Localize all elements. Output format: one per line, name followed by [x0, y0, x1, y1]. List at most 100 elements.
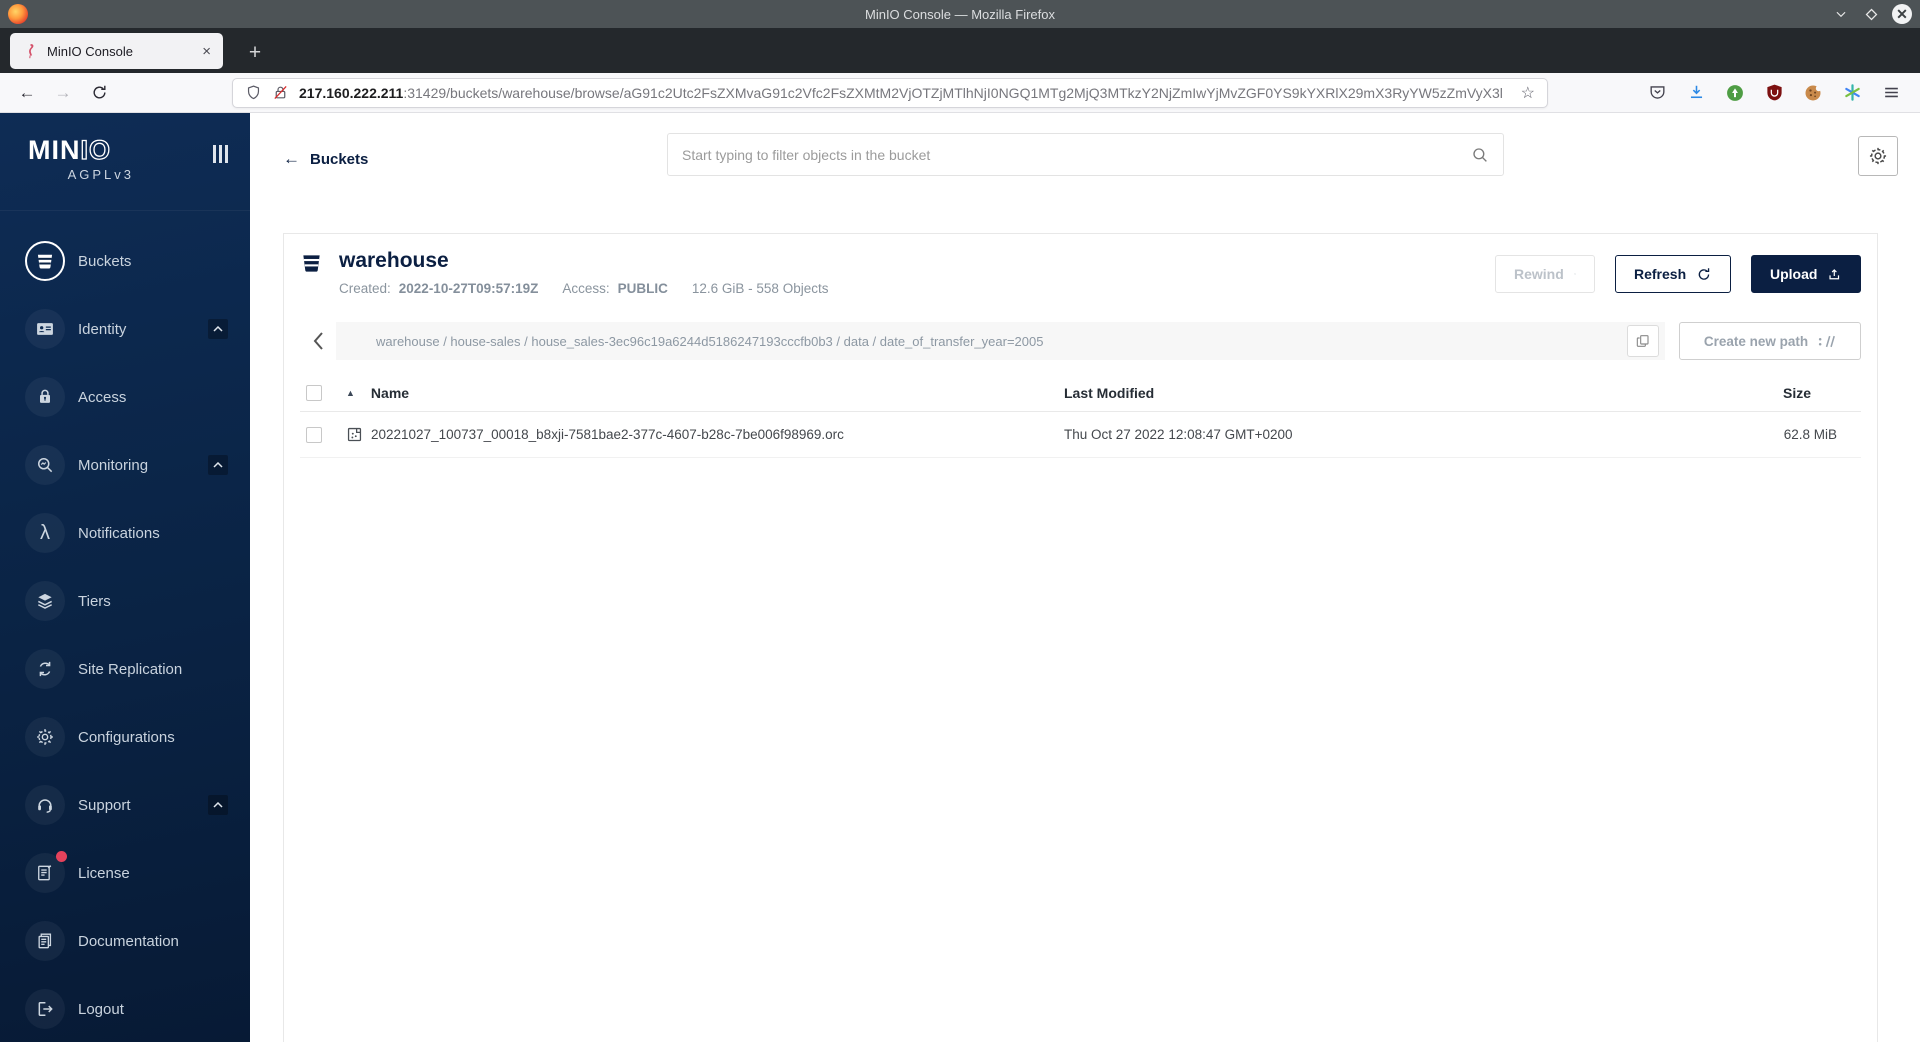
- tab-minio-console[interactable]: MinIO Console ×: [10, 33, 223, 69]
- documentation-icon: [38, 933, 52, 949]
- downloads-icon[interactable]: [1685, 82, 1707, 104]
- asterisk-extension-icon[interactable]: [1841, 82, 1863, 104]
- select-all-checkbox[interactable]: [306, 384, 322, 401]
- refresh-button[interactable]: Refresh: [1615, 255, 1731, 293]
- bucket-icon: [303, 255, 320, 272]
- back-arrow-icon: ←: [283, 149, 300, 168]
- ublock-origin-icon[interactable]: [1763, 82, 1785, 104]
- chevron-up-icon[interactable]: [208, 319, 228, 339]
- column-header-size[interactable]: Size: [1661, 385, 1861, 401]
- table-header-row: ▲ Name Last Modified Size: [300, 374, 1861, 412]
- sidebar-item-identity[interactable]: Identity: [0, 295, 250, 363]
- object-size: 62.8 MiB: [1783, 427, 1837, 442]
- license-tag: AGPLv3: [67, 167, 134, 182]
- search-icon: [1473, 147, 1487, 162]
- chevron-up-icon[interactable]: [208, 455, 228, 475]
- tiers-icon: [37, 593, 53, 609]
- sidebar-item-support[interactable]: Support: [0, 771, 250, 839]
- lambda-icon: λ: [40, 522, 50, 544]
- insecure-lock-icon[interactable]: [272, 84, 289, 101]
- breadcrumb[interactable]: warehouse / house-sales / house_sales-3e…: [376, 334, 1627, 349]
- sidebar-item-site-replication[interactable]: Site Replication: [0, 635, 250, 703]
- sidebar-collapse-icon[interactable]: [213, 145, 228, 163]
- access-value: PUBLIC: [617, 281, 668, 296]
- refresh-icon: [1698, 267, 1710, 280]
- browser-back-button[interactable]: ←: [12, 78, 42, 108]
- objects-table: ▲ Name Last Modified Size 20221027_10073…: [300, 374, 1861, 458]
- object-modified: Thu Oct 27 2022 12:08:47 GMT+0200: [1064, 427, 1293, 442]
- copy-path-button[interactable]: [1627, 325, 1659, 357]
- url-path: :31429/buckets/warehouse/browse/aG91c2Ut…: [403, 84, 1503, 101]
- column-header-modified[interactable]: Last Modified: [1064, 385, 1661, 401]
- window-minimize-icon[interactable]: [1832, 5, 1850, 23]
- pocket-icon[interactable]: [1646, 82, 1668, 104]
- url-text[interactable]: 217.160.222.211:31429/buckets/warehouse/…: [299, 85, 1513, 101]
- breadcrumb-back-button[interactable]: [300, 322, 336, 360]
- access-label: Access:: [562, 281, 610, 296]
- tab-strip: MinIO Console × +: [0, 28, 1920, 73]
- gear-icon: [1869, 147, 1887, 165]
- bucket-usage: 12.6 GiB - 558 Objects: [691, 281, 829, 296]
- shield-icon[interactable]: [245, 84, 262, 101]
- sidebar-menu: Buckets Identity Access Monitoring λ Not…: [0, 210, 250, 1042]
- create-new-path-button[interactable]: Create new path: [1679, 322, 1861, 360]
- bucket-browser-panel: warehouse Created: 2022-10-27T09:57:19Z A…: [283, 233, 1878, 1042]
- access-icon: [40, 389, 50, 403]
- menu-hamburger-icon[interactable]: [1880, 82, 1902, 104]
- tab-title: MinIO Console: [47, 43, 133, 59]
- brand-io: IO: [80, 134, 112, 165]
- window-maximize-icon[interactable]: [1862, 5, 1880, 23]
- created-label: Created:: [339, 281, 391, 296]
- bookmark-star-icon[interactable]: ☆: [1521, 83, 1535, 103]
- sidebar-item-tiers[interactable]: Tiers: [0, 567, 250, 635]
- support-icon: [38, 799, 52, 813]
- upload-icon: [1829, 268, 1840, 279]
- sort-ascending-icon[interactable]: ▲: [346, 388, 355, 398]
- search-input[interactable]: [682, 146, 1471, 163]
- cookie-extension-icon[interactable]: [1802, 82, 1824, 104]
- object-filter-search[interactable]: [667, 133, 1504, 176]
- sidebar-item-documentation[interactable]: Documentation: [0, 907, 250, 975]
- sidebar: MINIO AGPLv3 Buckets Identity Access Mon…: [0, 113, 250, 1042]
- browser-forward-button[interactable]: →: [48, 78, 78, 108]
- sidebar-item-license[interactable]: License: [0, 839, 250, 907]
- browser-toolbar: ← → 217.160.222.211:31429/buckets/wareho…: [0, 73, 1920, 113]
- sidebar-item-access[interactable]: Access: [0, 363, 250, 431]
- created-value: 2022-10-27T09:57:19Z: [398, 281, 539, 296]
- rewind-button[interactable]: Rewind: [1495, 255, 1595, 293]
- sidebar-item-buckets[interactable]: Buckets: [0, 227, 250, 295]
- row-checkbox[interactable]: [306, 426, 322, 443]
- brand-min: MIN: [28, 135, 81, 165]
- bucket-settings-button[interactable]: [1858, 136, 1898, 176]
- window-titlebar: MinIO Console — Mozilla Firefox ✕: [0, 0, 1920, 28]
- url-host: 217.160.222.211: [299, 84, 404, 101]
- table-row[interactable]: 20221027_100737_00018_b8xji-7581bae2-377…: [300, 412, 1861, 458]
- window-title: MinIO Console — Mozilla Firefox: [865, 6, 1055, 22]
- sidebar-item-monitoring[interactable]: Monitoring: [0, 431, 250, 499]
- upload-button[interactable]: Upload: [1751, 255, 1861, 293]
- sidebar-item-configurations[interactable]: Configurations: [0, 703, 250, 771]
- extension-green-icon[interactable]: [1724, 82, 1746, 104]
- url-bar[interactable]: 217.160.222.211:31429/buckets/warehouse/…: [232, 77, 1548, 108]
- new-tab-button[interactable]: +: [239, 37, 271, 69]
- back-to-buckets-link[interactable]: ← Buckets: [283, 149, 368, 169]
- window-close-icon[interactable]: ✕: [1892, 4, 1912, 24]
- license-badge: [56, 851, 67, 862]
- bucket-icon: [37, 254, 53, 269]
- identity-icon: [37, 323, 53, 335]
- back-link-label: Buckets: [310, 150, 369, 168]
- rewind-icon: [1574, 273, 1576, 275]
- browser-reload-button[interactable]: [84, 78, 114, 108]
- tab-close-icon[interactable]: ×: [200, 43, 213, 60]
- sidebar-item-notifications[interactable]: λ Notifications: [0, 499, 250, 567]
- gear-icon: [37, 729, 53, 745]
- sidebar-item-logout[interactable]: Logout: [0, 975, 250, 1042]
- column-header-name[interactable]: Name: [371, 385, 409, 401]
- chevron-up-icon[interactable]: [208, 795, 228, 815]
- main-content: ← Buckets warehouse Created: 2022-10-27T0…: [250, 113, 1920, 1042]
- monitoring-icon: [38, 458, 53, 473]
- license-icon: [38, 865, 52, 881]
- new-path-icon: [1819, 335, 1836, 347]
- bucket-name: warehouse: [339, 249, 449, 272]
- logout-icon: [38, 1002, 53, 1016]
